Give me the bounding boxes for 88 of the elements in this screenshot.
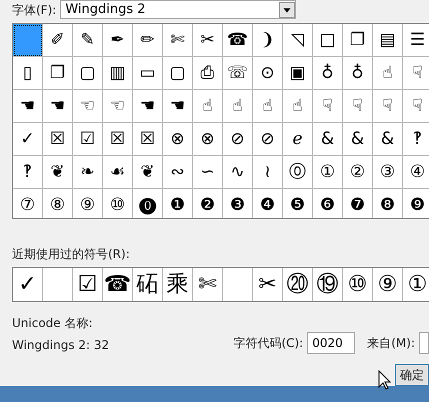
symbol-cell[interactable]: ◹ <box>283 24 313 57</box>
cursor-icon <box>378 370 391 390</box>
symbol-cell[interactable]: ✄ <box>163 24 193 57</box>
symbol-cell[interactable]: ③ <box>373 156 403 189</box>
from-select[interactable] <box>419 332 429 354</box>
symbol-cell[interactable]: ∽ <box>193 156 223 189</box>
symbol-cell[interactable] <box>13 24 43 57</box>
symbol-cell[interactable]: □ <box>313 24 343 57</box>
symbol-cell[interactable]: ✐ <box>43 24 73 57</box>
symbol-cell[interactable]: ✒ <box>103 24 133 57</box>
symbol-cell[interactable]: ☚ <box>133 90 163 123</box>
symbol-cell[interactable]: ☑ <box>73 123 103 156</box>
symbol-cell[interactable]: ▤ <box>373 24 403 57</box>
symbol-cell[interactable]: ⎙ <box>193 57 223 90</box>
symbol-cell[interactable]: ‽ <box>13 156 43 189</box>
symbol-cell[interactable]: ⊗ <box>163 123 193 156</box>
symbol-cell[interactable]: ☝ <box>193 90 223 123</box>
recent-symbol-cell[interactable]: 砳 <box>133 268 163 302</box>
recent-symbol-cell[interactable]: ⑩ <box>343 268 373 302</box>
symbol-cell[interactable]: ❐ <box>343 24 373 57</box>
recent-symbol-cell[interactable]: ✂ <box>253 268 283 302</box>
recent-symbol-cell[interactable]: ① <box>403 268 429 302</box>
symbol-cell[interactable]: & <box>343 123 373 156</box>
symbol-cell[interactable]: ☟ <box>343 90 373 123</box>
symbol-cell[interactable]: & <box>313 123 343 156</box>
ok-button[interactable]: 确定 <box>395 364 429 386</box>
symbol-cell[interactable]: ☚ <box>13 90 43 123</box>
recent-symbol-cell[interactable]: ✓ <box>13 268 43 302</box>
recent-symbol-cell[interactable]: ☑ <box>73 268 103 302</box>
symbol-cell[interactable]: ① <box>313 156 343 189</box>
unicode-name-label: Unicode 名称: <box>12 315 94 332</box>
symbol-cell[interactable]: ▭ <box>133 57 163 90</box>
font-select[interactable]: Wingdings 2 <box>60 0 296 19</box>
symbol-cell[interactable]: ≀ <box>253 156 283 189</box>
symbol-cell[interactable]: ⊘ <box>253 123 283 156</box>
symbol-cell[interactable]: ❩ <box>253 24 283 57</box>
symbol-cell[interactable]: ☟ <box>313 90 343 123</box>
symbol-cell[interactable]: ❧ <box>73 156 103 189</box>
symbol-cell[interactable]: ☝ <box>223 90 253 123</box>
symbol-cell[interactable]: ⊘ <box>223 123 253 156</box>
recent-symbol-cell[interactable]: ⑨ <box>373 268 403 302</box>
from-label: 来自(M): <box>367 335 415 352</box>
symbol-cell[interactable]: ☒ <box>133 123 163 156</box>
recent-symbol-cell[interactable]: ⑳ <box>283 268 313 302</box>
symbol-cell[interactable]: ☙ <box>103 156 133 189</box>
symbol-cell[interactable]: ✂ <box>193 24 223 57</box>
symbol-cell[interactable]: ☜ <box>103 90 133 123</box>
symbol-cell[interactable]: ▣ <box>283 57 313 90</box>
char-code-field[interactable]: 0020 <box>307 332 356 354</box>
symbol-cell[interactable]: ▯ <box>13 57 43 90</box>
symbol-cell[interactable]: ❦ <box>43 156 73 189</box>
symbol-cell[interactable]: ☜ <box>73 90 103 123</box>
symbol-cell[interactable]: ☒ <box>103 123 133 156</box>
symbol-cell[interactable]: ⊗ <box>193 123 223 156</box>
recent-symbol-cell[interactable]: 乘 <box>163 268 193 302</box>
symbol-cell[interactable]: ☝ <box>253 90 283 123</box>
recent-symbol-cell[interactable]: ✄ <box>193 268 223 302</box>
recent-symbol-cell[interactable]: ☎ <box>103 268 133 302</box>
symbol-cell[interactable]: ♁ <box>313 57 343 90</box>
recent-symbol-cell[interactable]: ⑲ <box>313 268 343 302</box>
symbol-cell[interactable]: ⊙ <box>253 57 283 90</box>
symbol-cell[interactable]: ☝ <box>373 57 403 90</box>
symbol-name: Wingdings 2: 32 <box>12 337 110 354</box>
symbol-cell[interactable]: ▢ <box>73 57 103 90</box>
symbol-cell[interactable]: ℯ <box>283 123 313 156</box>
symbol-cell[interactable]: ☚ <box>163 90 193 123</box>
symbol-cell[interactable]: ▥ <box>103 57 133 90</box>
symbol-cell[interactable]: ✎ <box>73 24 103 57</box>
symbol-cell[interactable]: ❦ <box>133 156 163 189</box>
symbol-cell[interactable]: ☒ <box>43 123 73 156</box>
symbol-cell[interactable]: ☟ <box>373 90 403 123</box>
char-code-label: 字符代码(C): <box>233 335 304 352</box>
symbol-cell[interactable]: ⓪ <box>283 156 313 189</box>
symbol-cell[interactable]: ♁ <box>343 57 373 90</box>
symbol-cell[interactable]: ☚ <box>43 90 73 123</box>
symbol-cell[interactable]: ② <box>343 156 373 189</box>
symbol-cell[interactable]: ∾ <box>163 156 193 189</box>
symbol-cell[interactable]: ▢ <box>163 57 193 90</box>
symbol-cell[interactable]: ∿ <box>223 156 253 189</box>
symbol-cell[interactable]: ☝ <box>283 90 313 123</box>
symbol-cell[interactable]: ☎ <box>223 24 253 57</box>
symbol-cell[interactable]: ✏ <box>133 24 163 57</box>
symbol-cell[interactable]: & <box>373 123 403 156</box>
symbol-cell[interactable]: ✓ <box>13 123 43 156</box>
symbol-cell[interactable]: ❐ <box>43 57 73 90</box>
symbol-cell[interactable]: ☏ <box>223 57 253 90</box>
font-label: 字体(F): <box>12 2 56 18</box>
recent-symbols-label: 近期使用过的符号(R): <box>12 246 131 264</box>
